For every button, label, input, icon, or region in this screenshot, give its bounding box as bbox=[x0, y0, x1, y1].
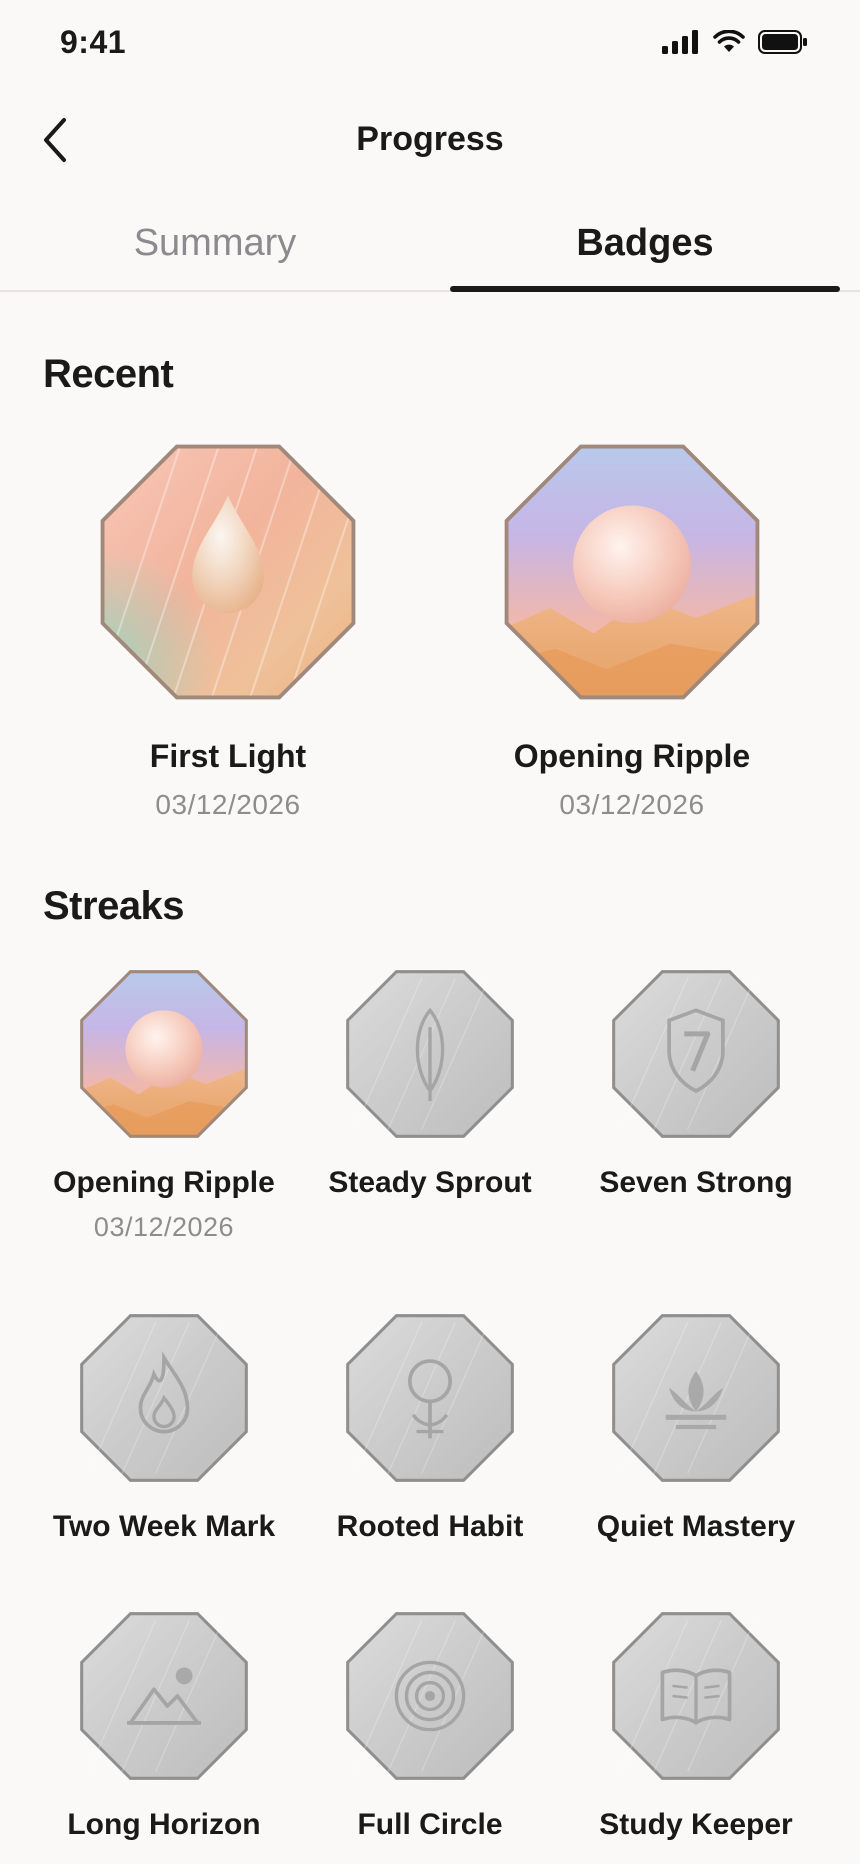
badge-name: Steady Sprout bbox=[328, 1166, 532, 1199]
mountain-icon bbox=[80, 1612, 248, 1780]
tab-badges[interactable]: Badges bbox=[430, 222, 860, 265]
status-icons bbox=[662, 30, 808, 54]
badge-quiet-mastery[interactable]: Quiet Mastery bbox=[561, 1314, 831, 1544]
badge-name: Quiet Mastery bbox=[596, 1510, 796, 1543]
sun-over-dunes-icon bbox=[80, 970, 248, 1138]
status-bar: 9:41 bbox=[0, 0, 860, 90]
sun-over-dunes-icon bbox=[504, 444, 760, 700]
badge-date: 03/12/2026 bbox=[559, 789, 705, 820]
sprout-roots-icon bbox=[346, 1314, 514, 1482]
nav-bar: Progress bbox=[0, 100, 860, 184]
badge-name: Opening Ripple bbox=[513, 738, 751, 774]
tab-bar: Summary Badges bbox=[0, 214, 860, 292]
status-time: 9:41 bbox=[60, 24, 127, 60]
badge-name: Study Keeper bbox=[599, 1808, 793, 1841]
badge-name: Full Circle bbox=[357, 1808, 503, 1841]
tab-selected-indicator bbox=[450, 286, 840, 292]
badge-rooted-habit[interactable]: Rooted Habit bbox=[295, 1314, 565, 1544]
badge-name: Two Week Mark bbox=[52, 1510, 276, 1543]
badge-full-circle[interactable]: Full Circle bbox=[295, 1612, 565, 1842]
badge-first-light[interactable]: First Light 03/12/2026 bbox=[88, 444, 368, 821]
badge-name: Long Horizon bbox=[67, 1808, 261, 1841]
badge-name: Rooted Habit bbox=[336, 1510, 524, 1543]
badge-seven-strong[interactable]: Seven Strong bbox=[561, 970, 831, 1200]
badge-opening-ripple[interactable]: Opening Ripple 03/12/2026 bbox=[492, 444, 772, 821]
leaf-icon bbox=[346, 970, 514, 1138]
badge-steady-sprout[interactable]: Steady Sprout bbox=[295, 970, 565, 1200]
badge-name: Opening Ripple bbox=[53, 1166, 275, 1199]
concentric-circles-icon bbox=[346, 1612, 514, 1780]
wifi-icon bbox=[713, 30, 745, 52]
badge-date: 03/12/2026 bbox=[93, 1212, 235, 1242]
shield-seven-icon bbox=[612, 970, 780, 1138]
section-title-recent: Recent bbox=[43, 352, 174, 396]
flame-icon bbox=[80, 1314, 248, 1482]
tab-summary[interactable]: Summary bbox=[0, 222, 430, 265]
section-title-streaks: Streaks bbox=[43, 884, 185, 928]
signal-icon bbox=[662, 30, 698, 54]
lotus-icon bbox=[612, 1314, 780, 1482]
badge-date: 03/12/2026 bbox=[155, 789, 301, 820]
open-book-icon bbox=[612, 1612, 780, 1780]
badge-long-horizon[interactable]: Long Horizon bbox=[29, 1612, 299, 1842]
badge-name: First Light bbox=[149, 738, 307, 774]
badge-two-week-mark[interactable]: Two Week Mark bbox=[29, 1314, 299, 1544]
page-title: Progress bbox=[356, 120, 504, 158]
badge-opening-ripple[interactable]: Opening Ripple 03/12/2026 bbox=[29, 970, 299, 1243]
badge-study-keeper[interactable]: Study Keeper bbox=[561, 1612, 831, 1842]
battery-icon bbox=[758, 30, 807, 54]
droplet-icon bbox=[100, 444, 356, 700]
badge-name: Seven Strong bbox=[599, 1166, 793, 1199]
